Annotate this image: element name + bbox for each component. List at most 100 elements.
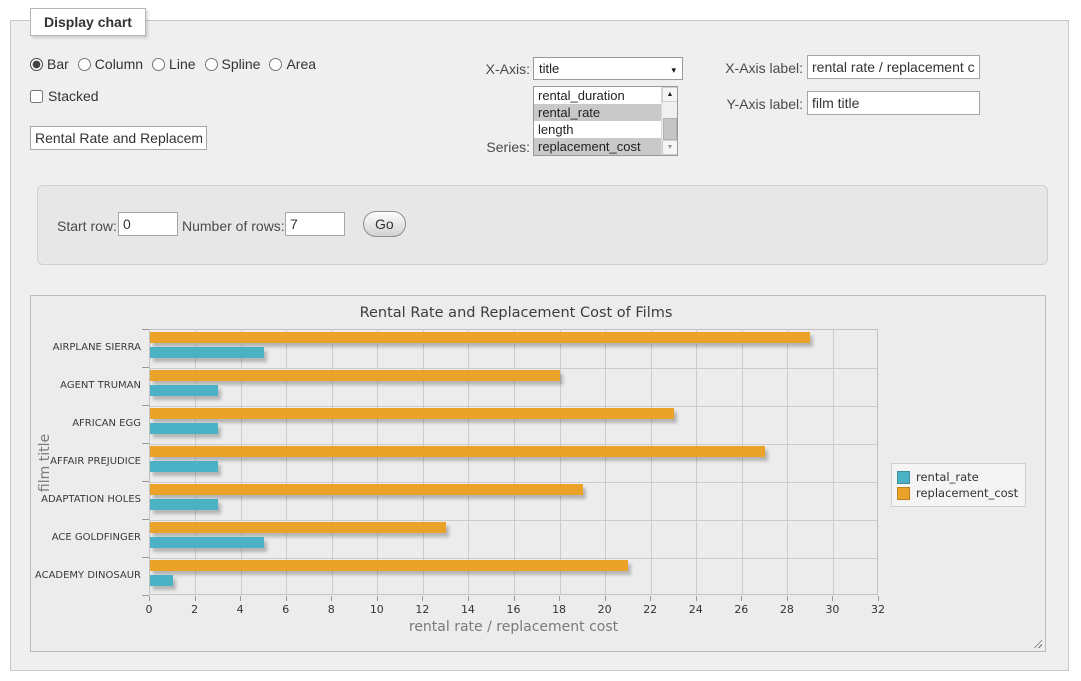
x-tick-mark bbox=[605, 596, 606, 601]
category-label: AFRICAN EGG bbox=[31, 418, 141, 429]
scroll-down-icon[interactable]: ▼ bbox=[662, 140, 678, 155]
x-tick-mark bbox=[514, 596, 515, 601]
chart-type-option-column: Column bbox=[78, 56, 143, 72]
category-label: AIRPLANE SIERRA bbox=[31, 342, 141, 353]
x-tick-mark bbox=[696, 596, 697, 601]
number-of-rows-label: Number of rows: bbox=[182, 218, 285, 234]
x-gridline bbox=[833, 330, 834, 594]
bar-replacement_cost bbox=[150, 560, 628, 571]
chart-plot-area bbox=[149, 329, 878, 595]
y-tick-mark bbox=[142, 329, 149, 330]
y-tick-mark bbox=[142, 595, 149, 596]
x-tick-label: 20 bbox=[590, 603, 620, 616]
y-gridline bbox=[150, 368, 877, 369]
series-listbox[interactable]: rental_durationrental_ratelengthreplacem… bbox=[533, 86, 678, 156]
bar-replacement_cost bbox=[150, 446, 765, 457]
x-tick-label: 0 bbox=[134, 603, 164, 616]
y-gridline bbox=[150, 406, 877, 407]
bar-replacement_cost bbox=[150, 484, 583, 495]
x-tick-mark bbox=[331, 596, 332, 601]
chart-type-radio-label: Spline bbox=[222, 56, 261, 72]
x-tick-label: 28 bbox=[772, 603, 802, 616]
category-label: ACE GOLDFINGER bbox=[31, 532, 141, 543]
chart-type-radio-spline[interactable] bbox=[205, 58, 218, 71]
x-tick-mark bbox=[468, 596, 469, 601]
bar-replacement_cost bbox=[150, 522, 446, 533]
bar-rental_rate bbox=[150, 499, 218, 510]
series-option-rental_rate[interactable]: rental_rate bbox=[534, 104, 661, 121]
x-tick-label: 24 bbox=[681, 603, 711, 616]
scrollbar-thumb[interactable] bbox=[663, 118, 677, 140]
x-tick-mark bbox=[559, 596, 560, 601]
x-tick-label: 30 bbox=[817, 603, 847, 616]
chart-x-axis-label: rental rate / replacement cost bbox=[149, 619, 878, 635]
series-options: rental_durationrental_ratelengthreplacem… bbox=[534, 87, 661, 155]
category-label: AFFAIR PREJUDICE bbox=[31, 456, 141, 467]
bar-rental_rate bbox=[150, 385, 218, 396]
legend-label: rental_rate bbox=[916, 470, 979, 484]
y-tick-mark bbox=[142, 557, 149, 558]
chart-type-radio-area[interactable] bbox=[269, 58, 282, 71]
series-option-replacement_cost[interactable]: replacement_cost bbox=[534, 138, 661, 155]
x-gridline bbox=[696, 330, 697, 594]
y-gridline bbox=[150, 520, 877, 521]
chart-type-radio-label: Area bbox=[286, 56, 316, 72]
number-of-rows-input[interactable] bbox=[285, 212, 345, 236]
go-button[interactable]: Go bbox=[363, 211, 406, 237]
chart-type-radio-bar[interactable] bbox=[30, 58, 43, 71]
x-tick-label: 32 bbox=[863, 603, 893, 616]
series-scrollbar[interactable]: ▲ ▼ bbox=[661, 87, 677, 155]
x-tick-mark bbox=[422, 596, 423, 601]
series-option-length[interactable]: length bbox=[534, 121, 661, 138]
x-tick-mark bbox=[286, 596, 287, 601]
stacked-checkbox[interactable] bbox=[30, 90, 43, 103]
category-label: AGENT TRUMAN bbox=[31, 380, 141, 391]
y-tick-mark bbox=[142, 405, 149, 406]
x-tick-label: 18 bbox=[544, 603, 574, 616]
start-row-input[interactable] bbox=[118, 212, 178, 236]
chart-title-input[interactable] bbox=[30, 126, 207, 150]
legend-swatch-icon bbox=[897, 471, 910, 484]
x-axis-label-input[interactable] bbox=[807, 55, 980, 79]
x-tick-label: 8 bbox=[316, 603, 346, 616]
x-gridline bbox=[787, 330, 788, 594]
x-tick-mark bbox=[195, 596, 196, 601]
resize-handle-icon[interactable] bbox=[1031, 637, 1042, 648]
stacked-checkbox-row: Stacked bbox=[30, 88, 99, 104]
x-tick-label: 12 bbox=[407, 603, 437, 616]
chart-panel: Rental Rate and Replacement Cost of Film… bbox=[30, 295, 1046, 652]
dropdown-arrow-icon: ▾ bbox=[671, 65, 676, 76]
x-axis-select[interactable]: title ▾ bbox=[533, 57, 683, 80]
x-tick-label: 6 bbox=[271, 603, 301, 616]
bar-rental_rate bbox=[150, 347, 264, 358]
x-tick-mark bbox=[741, 596, 742, 601]
x-gridline bbox=[605, 330, 606, 594]
x-tick-label: 16 bbox=[499, 603, 529, 616]
scroll-up-icon[interactable]: ▲ bbox=[662, 87, 678, 102]
y-gridline bbox=[150, 482, 877, 483]
legend-label: replacement_cost bbox=[916, 486, 1018, 500]
category-label: ACADEMY DINOSAUR bbox=[31, 570, 141, 581]
x-axis-label-field-label: X-Axis label: bbox=[713, 60, 803, 76]
x-tick-mark bbox=[878, 596, 879, 601]
x-tick-label: 4 bbox=[225, 603, 255, 616]
x-tick-mark bbox=[832, 596, 833, 601]
fieldset-legend: Display chart bbox=[30, 8, 146, 36]
y-axis-label-field-label: Y-Axis label: bbox=[713, 96, 803, 112]
chart-type-option-area: Area bbox=[269, 56, 316, 72]
series-option-rental_duration[interactable]: rental_duration bbox=[534, 87, 661, 104]
x-tick-mark bbox=[650, 596, 651, 601]
page: Display chart BarColumnLineSplineArea St… bbox=[0, 0, 1081, 681]
x-tick-label: 26 bbox=[726, 603, 756, 616]
x-tick-mark bbox=[377, 596, 378, 601]
x-axis-select-label: X-Axis: bbox=[470, 61, 530, 77]
x-tick-label: 22 bbox=[635, 603, 665, 616]
chart-type-option-bar: Bar bbox=[30, 56, 69, 72]
chart-title: Rental Rate and Replacement Cost of Film… bbox=[31, 305, 1001, 321]
y-axis-label-input[interactable] bbox=[807, 91, 980, 115]
x-tick-label: 14 bbox=[453, 603, 483, 616]
chart-type-radio-line[interactable] bbox=[152, 58, 165, 71]
chart-type-radio-column[interactable] bbox=[78, 58, 91, 71]
chart-type-option-spline: Spline bbox=[205, 56, 261, 72]
y-tick-mark bbox=[142, 519, 149, 520]
